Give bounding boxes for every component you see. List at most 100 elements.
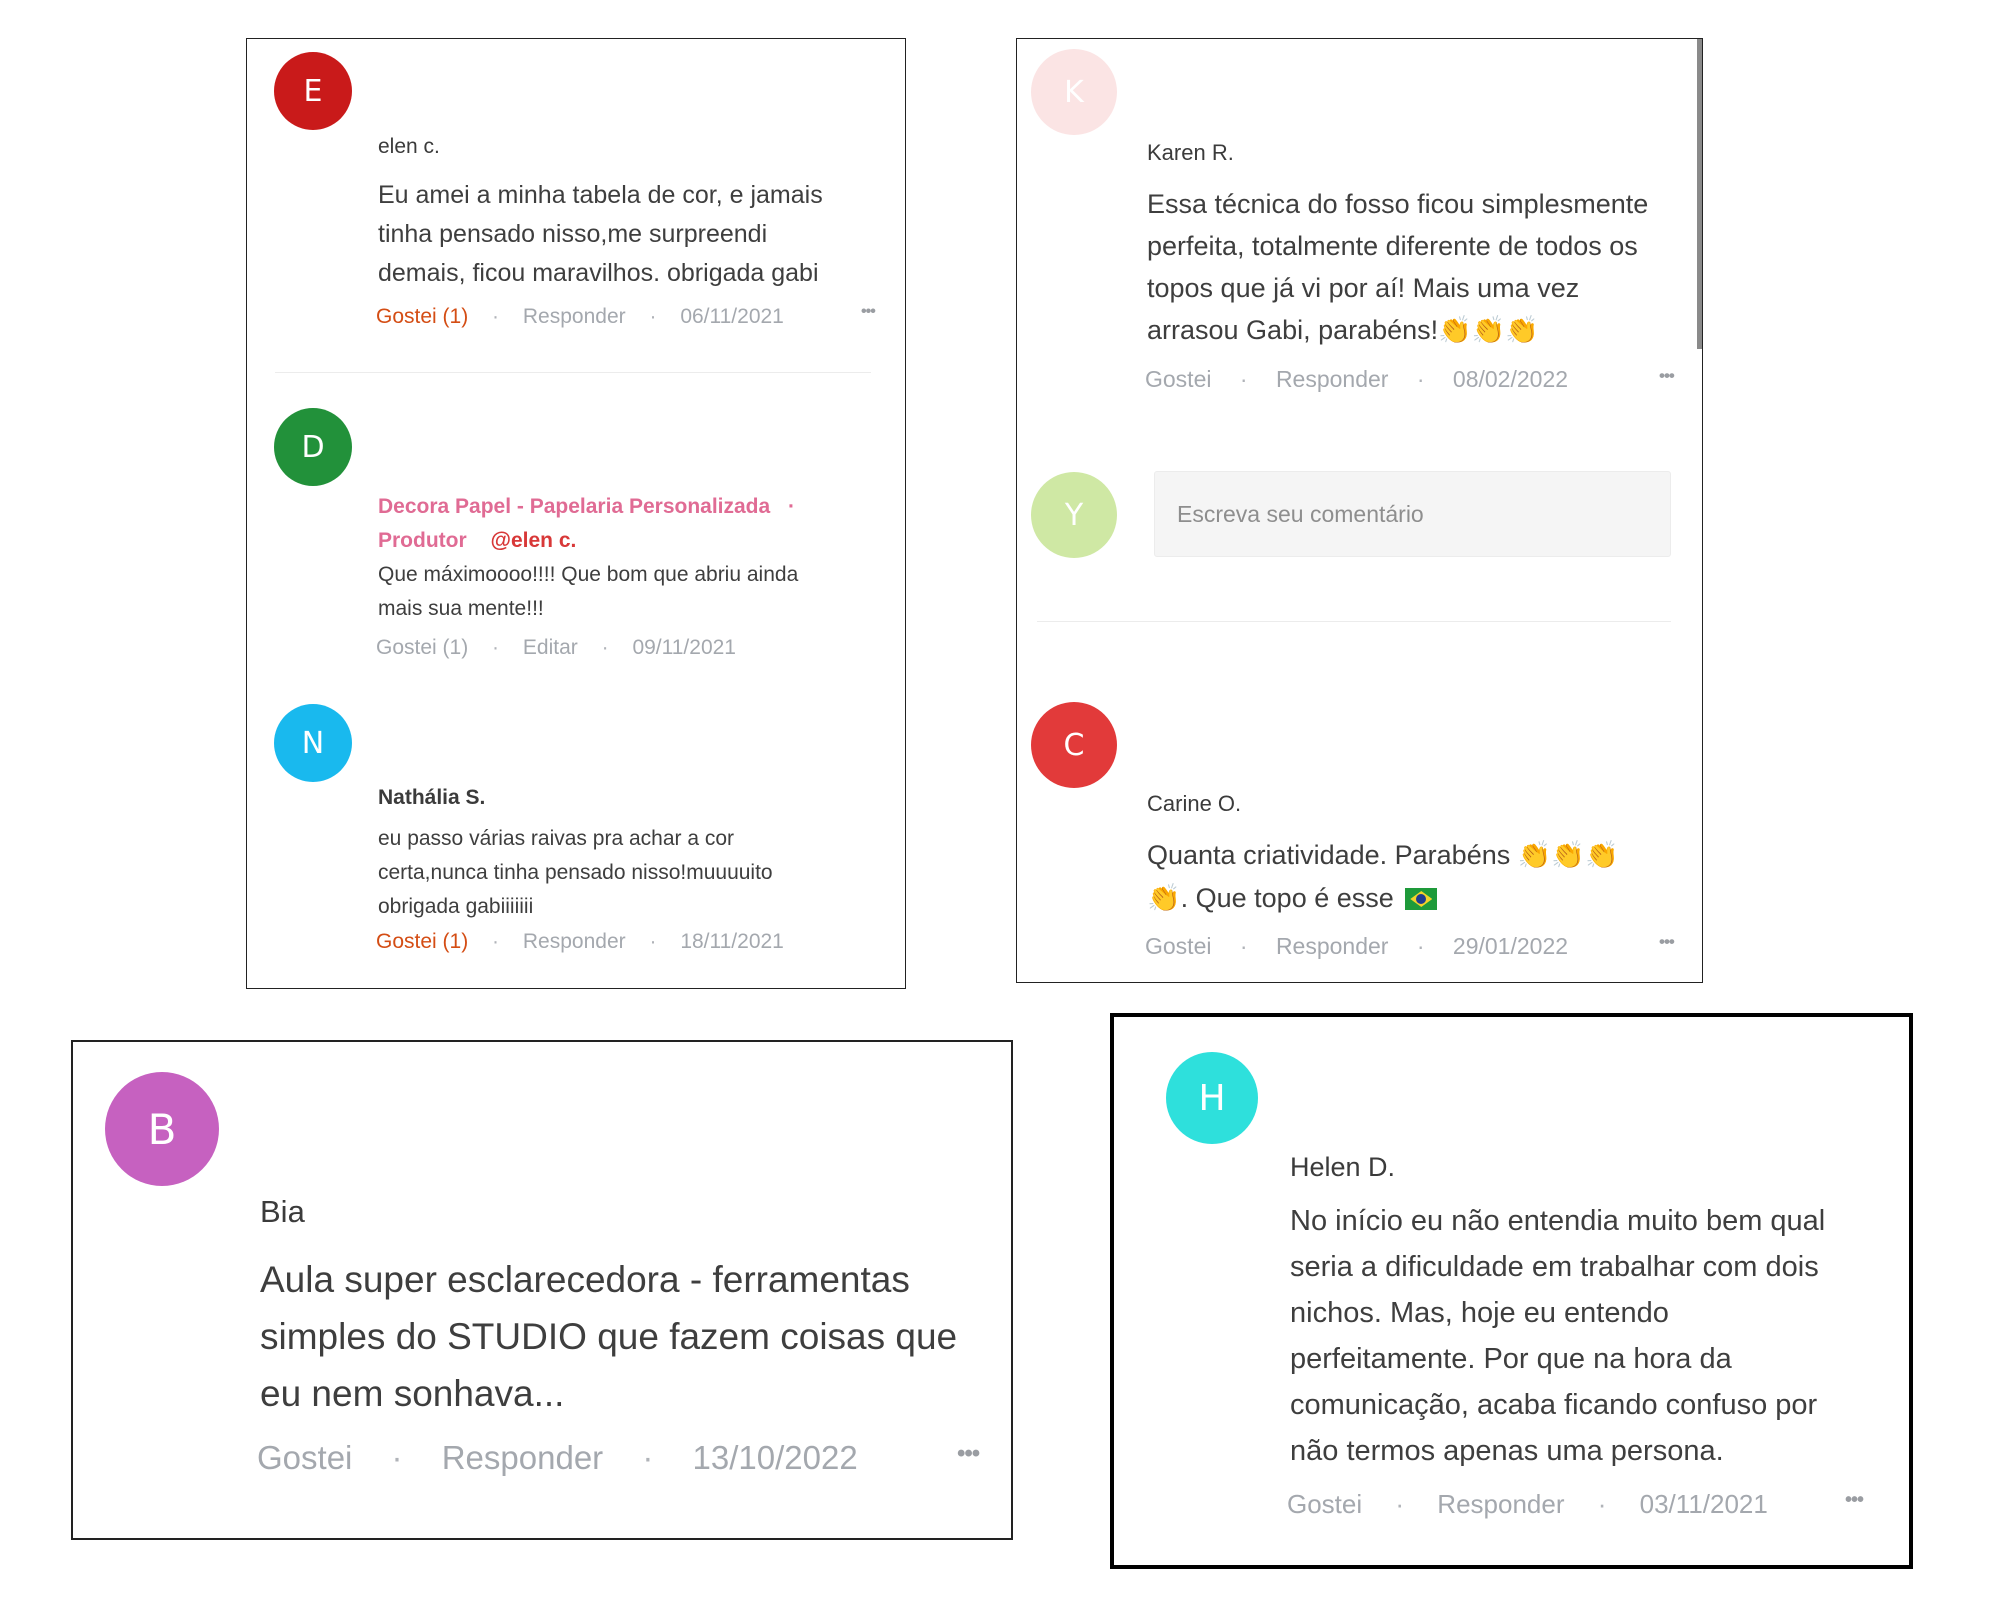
comment-text-line: simples do STUDIO que fazem coisas que <box>260 1316 958 1357</box>
brazil-flag-icon <box>1405 888 1438 910</box>
comments-panel-top-left: E elen c. Eu amei a minha tabela de cor,… <box>246 38 906 989</box>
comment-text-line: topos que já vi por aí! Mais uma vez <box>1147 273 1580 303</box>
comment-text-line: arrasou Gabi, parabéns!👏👏👏 <box>1147 315 1540 346</box>
comment-text-line: comunicação, acaba ficando confuso por <box>1290 1389 1818 1421</box>
comment-text-line: seria a dificuldade em trabalhar com doi… <box>1290 1251 1819 1283</box>
separator-dot: · <box>649 305 657 328</box>
author-name[interactable]: Decora Papel - Papelaria Personalizada <box>378 495 770 518</box>
comment-text-line: tinha pensado nisso,me surpreendi <box>378 220 768 248</box>
comments-panel-top-right: K Karen R. Essa técnica do fosso ficou s… <box>1016 38 1703 983</box>
more-options-icon[interactable]: ••• <box>1659 932 1675 952</box>
comment-actions: Gostei (1) · Responder · 06/11/2021 <box>376 305 784 329</box>
comment-text-line: 👏. Que topo é esse <box>1147 877 1619 920</box>
comment-author[interactable]: Helen D. <box>1290 1152 1395 1183</box>
comment-panel-bottom-left: B Bia Aula super esclarecedora - ferrame… <box>71 1040 1013 1540</box>
mention-link[interactable]: @elen c. <box>491 529 577 552</box>
separator-dot: · <box>1416 366 1425 392</box>
clapping-hands-icon: 👏👏👏 <box>1517 840 1619 871</box>
comment-date: 03/11/2021 <box>1639 1489 1768 1519</box>
comment-text: Eu amei a minha tabela de cor, e jamais … <box>378 176 823 293</box>
reply-button[interactable]: Responder <box>1276 933 1389 959</box>
avatar: Y <box>1031 472 1117 558</box>
producer-badge: Produtor <box>378 529 467 552</box>
separator-dot: · <box>1239 366 1248 392</box>
comment-author[interactable]: Carine O. <box>1147 791 1241 817</box>
comment-panel-bottom-right: H Helen D. No início eu não entendia mui… <box>1110 1013 1913 1569</box>
comment-author[interactable]: Karen R. <box>1147 140 1234 166</box>
comment-date: 13/10/2022 <box>692 1439 858 1476</box>
more-options-icon[interactable]: ••• <box>957 1440 980 1468</box>
more-options-icon[interactable]: ••• <box>1659 366 1675 386</box>
comment-actions: Gostei (1) · Editar · 09/11/2021 <box>376 636 736 660</box>
comment-text-line: demais, ficou maravilhos. obrigada gabi <box>378 259 819 287</box>
avatar[interactable]: N <box>274 704 352 782</box>
clapping-hands-icon: 👏👏👏 <box>1438 315 1540 346</box>
comment-text-line: eu nem sonhava... <box>260 1373 565 1414</box>
separator-dot: · <box>492 930 500 953</box>
comment-date: 09/11/2021 <box>632 636 736 659</box>
avatar[interactable]: K <box>1031 49 1117 135</box>
comment-text-line: certa,nunca tinha pensado nisso!muuuuito <box>378 861 773 884</box>
comment-text: eu passo várias raivas pra achar a cor c… <box>378 822 773 924</box>
divider <box>1037 621 1671 622</box>
like-button[interactable]: Gostei <box>1287 1489 1362 1519</box>
comment-actions: Gostei · Responder · 13/10/2022 <box>257 1439 858 1477</box>
comment-text-line: perfeitamente. Por que na hora da <box>1290 1343 1732 1375</box>
separator-dot: · <box>492 636 500 659</box>
comment-text-line: Que máximoooo!!!! Que bom que abriu aind… <box>378 563 799 586</box>
separator-dot: · <box>1416 933 1425 959</box>
comment-text: Aula super esclarecedora - ferramentas s… <box>260 1251 957 1422</box>
reply-button[interactable]: Responder <box>1437 1489 1564 1519</box>
comment-date: 06/11/2021 <box>680 305 784 328</box>
comment-text-line: perfeita, totalmente diferente de todos … <box>1147 231 1638 261</box>
comment-date: 08/02/2022 <box>1452 366 1569 392</box>
reply-button[interactable]: Responder <box>523 930 626 953</box>
comment-text: Que máximoooo!!!! Que bom que abriu aind… <box>378 558 798 626</box>
avatar[interactable]: H <box>1166 1052 1258 1144</box>
avatar[interactable]: C <box>1031 702 1117 788</box>
more-options-icon[interactable]: ••• <box>861 303 876 321</box>
avatar[interactable]: E <box>274 52 352 130</box>
like-button[interactable]: Gostei <box>1145 366 1211 392</box>
avatar[interactable]: B <box>105 1072 219 1186</box>
scrollbar[interactable] <box>1697 39 1702 349</box>
separator-dot: · <box>1597 1489 1607 1519</box>
comment-author[interactable]: Bia <box>260 1194 305 1230</box>
comment-actions: Gostei · Responder · 03/11/2021 <box>1287 1489 1768 1520</box>
separator-dot: · <box>1239 933 1248 959</box>
clapping-hands-icon: 👏 <box>1147 883 1181 914</box>
reply-button[interactable]: Responder <box>523 305 626 328</box>
comment-actions: Gostei (1) · Responder · 18/11/2021 <box>376 930 784 954</box>
comment-text-line: obrigada gabiiiiiii <box>378 895 534 918</box>
comment-author[interactable]: Nathália S. <box>378 786 485 810</box>
edit-button[interactable]: Editar <box>523 636 578 659</box>
comment-text-line: nichos. Mas, hoje eu entendo <box>1290 1297 1669 1329</box>
reply-button[interactable]: Responder <box>442 1439 603 1476</box>
separator-dot: · <box>788 495 796 518</box>
separator-dot: · <box>642 1439 654 1476</box>
like-button[interactable]: Gostei <box>257 1439 352 1476</box>
comment-author[interactable]: elen c. <box>378 135 440 159</box>
comment-text-line: No início eu não entendia muito bem qual <box>1290 1205 1826 1237</box>
reply-button[interactable]: Responder <box>1276 366 1389 392</box>
comment-text: Essa técnica do fosso ficou simplesmente… <box>1147 183 1648 352</box>
comment-date: 18/11/2021 <box>680 930 784 953</box>
like-button[interactable]: Gostei <box>1145 933 1211 959</box>
comment-author: Decora Papel - Papelaria Personalizada ·… <box>378 490 795 558</box>
comment-input[interactable]: Escreva seu comentário <box>1154 471 1671 557</box>
separator-dot: · <box>391 1439 403 1476</box>
comment-text: Quanta criatividade. Parabéns 👏👏👏 👏. Que… <box>1147 834 1619 920</box>
comment-text-line: Eu amei a minha tabela de cor, e jamais <box>378 181 823 209</box>
comment-text: No início eu não entendia muito bem qual… <box>1290 1198 1825 1474</box>
more-options-icon[interactable]: ••• <box>1845 1489 1864 1512</box>
comment-text-line: mais sua mente!!! <box>378 597 544 620</box>
separator-dot: · <box>492 305 500 328</box>
avatar[interactable]: D <box>274 408 352 486</box>
comment-actions: Gostei · Responder · 08/02/2022 <box>1145 366 1568 393</box>
separator-dot: · <box>1395 1489 1405 1519</box>
like-button[interactable]: Gostei (1) <box>376 636 468 659</box>
comment-text-line: eu passo várias raivas pra achar a cor <box>378 827 735 850</box>
like-button[interactable]: Gostei (1) <box>376 305 468 328</box>
like-button[interactable]: Gostei (1) <box>376 930 468 953</box>
divider <box>275 372 871 373</box>
